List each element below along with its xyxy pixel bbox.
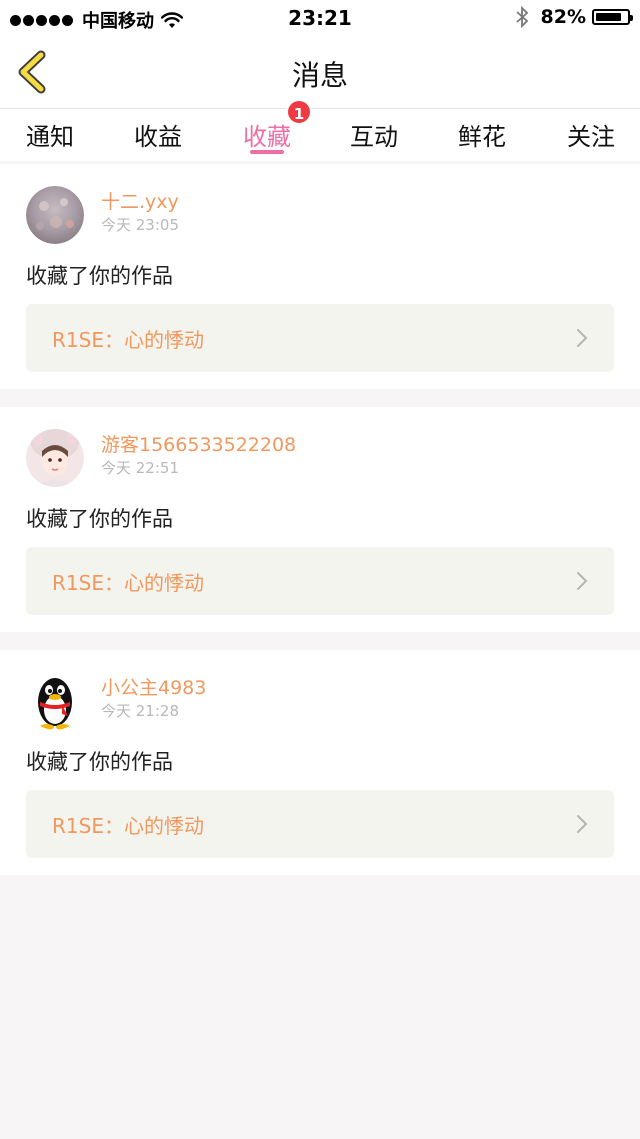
battery-icon bbox=[592, 9, 633, 25]
tab-notifications[interactable]: 通知 bbox=[26, 117, 74, 152]
status-right: 82% bbox=[515, 6, 633, 28]
work-link[interactable]: R1SE：心的悸动 bbox=[26, 790, 614, 858]
battery-percent: 82% bbox=[540, 6, 586, 28]
active-tab-indicator bbox=[250, 150, 284, 154]
action-text: 收藏了你的作品 bbox=[26, 507, 173, 531]
work-title: R1SE：心的悸动 bbox=[52, 814, 204, 838]
timestamp: 今天 23:05 bbox=[101, 216, 179, 234]
chevron-right-icon bbox=[577, 572, 588, 590]
status-bar: 中国移动 23:21 82% bbox=[0, 0, 640, 36]
photo-avatar-icon[interactable] bbox=[26, 429, 84, 487]
work-link[interactable]: R1SE：心的悸动 bbox=[26, 547, 614, 615]
tab-bar: 通知 收益 收藏 互动 鲜花 关注 1 bbox=[0, 99, 640, 161]
photo-avatar-icon[interactable] bbox=[26, 186, 84, 244]
timestamp: 今天 21:28 bbox=[101, 702, 179, 720]
page-title: 消息 bbox=[291, 59, 348, 92]
action-text: 收藏了你的作品 bbox=[26, 750, 173, 774]
work-link[interactable]: R1SE：心的悸动 bbox=[26, 304, 614, 372]
username[interactable]: 十二.yxy bbox=[101, 187, 179, 214]
message-card[interactable]: 十二.yxy 今天 23:05 收藏了你的作品 R1SE：心的悸动 bbox=[0, 164, 640, 389]
action-text: 收藏了你的作品 bbox=[26, 264, 173, 288]
tab-favorites[interactable]: 收藏 bbox=[243, 117, 291, 152]
tab-earnings[interactable]: 收益 bbox=[134, 117, 182, 152]
chevron-right-icon bbox=[577, 815, 588, 833]
bluetooth-icon bbox=[515, 6, 528, 28]
chevron-right-icon bbox=[577, 329, 588, 347]
tab-flowers[interactable]: 鲜花 bbox=[458, 117, 506, 152]
timestamp: 今天 22:51 bbox=[101, 459, 179, 477]
nav-bar: 消息 bbox=[0, 36, 640, 109]
tab-follows[interactable]: 关注 bbox=[567, 117, 615, 152]
message-card[interactable]: 游客1566533522208 今天 22:51 收藏了你的作品 R1SE：心的… bbox=[0, 407, 640, 632]
penguin-avatar-icon[interactable] bbox=[26, 672, 84, 730]
tab-interactions[interactable]: 互动 bbox=[350, 117, 398, 152]
message-card[interactable]: 小公主4983 今天 21:28 收藏了你的作品 R1SE：心的悸动 bbox=[0, 650, 640, 875]
username[interactable]: 游客1566533522208 bbox=[101, 430, 296, 457]
work-title: R1SE：心的悸动 bbox=[52, 328, 204, 352]
work-title: R1SE：心的悸动 bbox=[52, 571, 204, 595]
battery-fill bbox=[596, 13, 621, 21]
username[interactable]: 小公主4983 bbox=[101, 673, 206, 700]
tab-badge: 1 bbox=[286, 99, 312, 125]
